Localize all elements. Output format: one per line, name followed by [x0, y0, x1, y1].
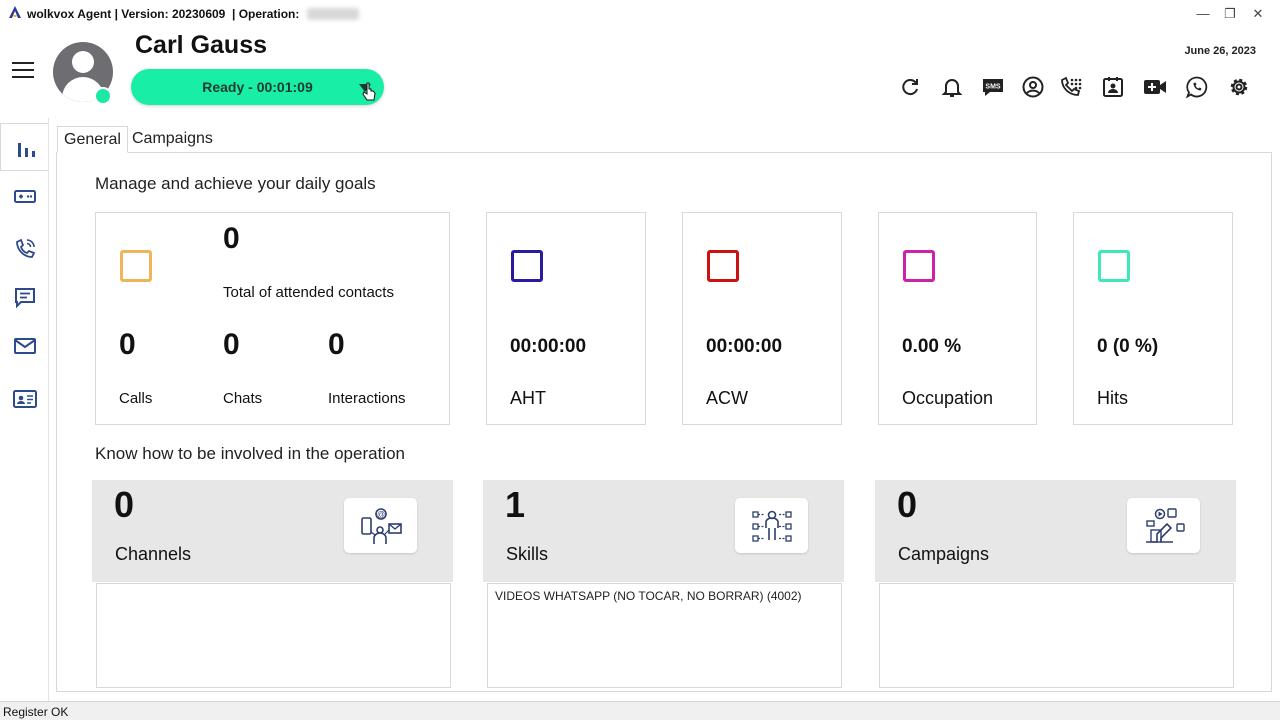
- channels-count: 0: [114, 484, 135, 525]
- channels-panel: 0 Channels @: [92, 480, 453, 582]
- involvement-section-title: Know how to be involved in the operation: [95, 444, 405, 463]
- acw-card: 00:00:00 ACW: [682, 212, 842, 425]
- contacts-square-icon: [120, 250, 152, 282]
- operation-name-redacted: [307, 8, 359, 20]
- sms-icon[interactable]: SMS: [981, 75, 1005, 99]
- total-contacts-value: 0: [223, 222, 240, 255]
- skills-count: 1: [505, 484, 526, 525]
- goals-section-title: Manage and achieve your daily goals: [95, 174, 376, 193]
- sidebar-item-stats[interactable]: [0, 123, 48, 171]
- stats-icon: [18, 143, 35, 157]
- hits-square-icon: [1098, 250, 1130, 282]
- aht-card: 00:00:00 AHT: [486, 212, 646, 425]
- status-text: Register OK: [3, 705, 69, 719]
- hits-label: Hits: [1097, 388, 1128, 408]
- svg-text:@: @: [377, 510, 385, 519]
- campaigns-panel: 0 Campaigns: [875, 480, 1236, 582]
- chats-label: Chats: [223, 390, 263, 407]
- hamburger-menu-icon[interactable]: [12, 62, 34, 80]
- occupation-value: 0.00 %: [902, 336, 962, 357]
- occupation-square-icon: [903, 250, 935, 282]
- whatsapp-icon[interactable]: [1185, 75, 1209, 99]
- acw-label: ACW: [706, 388, 748, 408]
- skills-list[interactable]: VIDEOS WHATSAPP (NO TOCAR, NO BORRAR) (4…: [487, 583, 842, 688]
- mouse-cursor-icon: [362, 82, 376, 101]
- skills-panel: 1 Skills: [483, 480, 844, 582]
- tab-general[interactable]: General: [57, 126, 128, 153]
- agent-state-dropdown[interactable]: Ready - 00:01:09: [131, 69, 384, 105]
- occupation-label: Occupation: [902, 388, 994, 408]
- gear-icon[interactable]: [1227, 75, 1251, 99]
- dialpad-icon[interactable]: [1059, 75, 1083, 99]
- wolkvox-logo-icon: [9, 6, 21, 18]
- acw-square-icon: [707, 250, 739, 282]
- close-button[interactable]: ✕: [1250, 6, 1266, 22]
- title-bar: wolkvox Agent | Version: 20230609 | Oper…: [0, 0, 1280, 28]
- left-sidebar: [0, 118, 49, 703]
- skills-tile[interactable]: [735, 498, 808, 553]
- agent-state-label: Ready - 00:01:09: [202, 79, 313, 95]
- channels-icon: @: [361, 508, 402, 544]
- status-indicator: [94, 87, 112, 105]
- campaigns-icon: [1146, 508, 1185, 543]
- hits-card: 0 (0 %) Hits: [1073, 212, 1233, 425]
- calls-label: Calls: [119, 390, 153, 407]
- campaigns-label: Campaigns: [898, 544, 990, 564]
- sidebar-item-contacts[interactable]: [0, 374, 48, 422]
- refresh-icon[interactable]: [898, 75, 922, 99]
- channels-list[interactable]: [96, 583, 451, 688]
- interactions-value: 0: [328, 328, 345, 361]
- calls-value: 0: [119, 328, 136, 361]
- interactions-label: Interactions: [328, 390, 406, 407]
- hits-value: 0 (0 %): [1097, 336, 1159, 357]
- campaigns-count: 0: [897, 484, 918, 525]
- total-contacts-label: Total of attended contacts: [223, 284, 394, 301]
- channels-label: Channels: [115, 544, 192, 564]
- mail-icon: [14, 338, 36, 354]
- contacts-card: 0 Total of attended contacts 0 Calls 0 C…: [95, 212, 450, 425]
- gamepad-icon: [14, 190, 36, 203]
- restore-button[interactable]: ❐: [1222, 6, 1238, 22]
- sidebar-item-calls[interactable]: [0, 224, 48, 272]
- minimize-button[interactable]: —: [1195, 6, 1211, 22]
- status-bar: Register OK: [0, 701, 1280, 720]
- agent-name: Carl Gauss: [135, 31, 268, 59]
- aht-label: AHT: [510, 388, 546, 408]
- acw-value: 00:00:00: [706, 336, 783, 357]
- contact-list-icon: [13, 390, 37, 408]
- list-item[interactable]: VIDEOS WHATSAPP (NO TOCAR, NO BORRAR) (4…: [495, 589, 802, 603]
- aht-value: 00:00:00: [510, 336, 587, 357]
- sidebar-item-games[interactable]: [0, 171, 48, 219]
- aht-square-icon: [511, 250, 543, 282]
- sidebar-item-email[interactable]: [0, 321, 48, 369]
- video-add-icon[interactable]: [1143, 75, 1167, 99]
- bell-icon[interactable]: [940, 75, 964, 99]
- skills-icon: [752, 510, 792, 542]
- chat-icon: [15, 288, 35, 309]
- window-title: wolkvox Agent | Version: 20230609 | Oper…: [27, 7, 300, 21]
- chats-value: 0: [223, 328, 240, 361]
- user-circle-icon[interactable]: [1021, 75, 1045, 99]
- skills-label: Skills: [506, 544, 549, 564]
- sidebar-item-chats[interactable]: [0, 273, 48, 321]
- tab-campaigns[interactable]: Campaigns: [126, 126, 219, 153]
- occupation-card: 0.00 % Occupation: [878, 212, 1037, 425]
- campaigns-list[interactable]: [879, 583, 1234, 688]
- sms-icon-text: SMS: [985, 84, 1001, 91]
- phone-icon: [16, 238, 36, 258]
- contact-card-icon[interactable]: [1101, 75, 1125, 99]
- campaigns-tile[interactable]: [1127, 498, 1200, 553]
- channels-tile[interactable]: @: [344, 498, 417, 553]
- current-date: June 26, 2023: [1184, 45, 1256, 57]
